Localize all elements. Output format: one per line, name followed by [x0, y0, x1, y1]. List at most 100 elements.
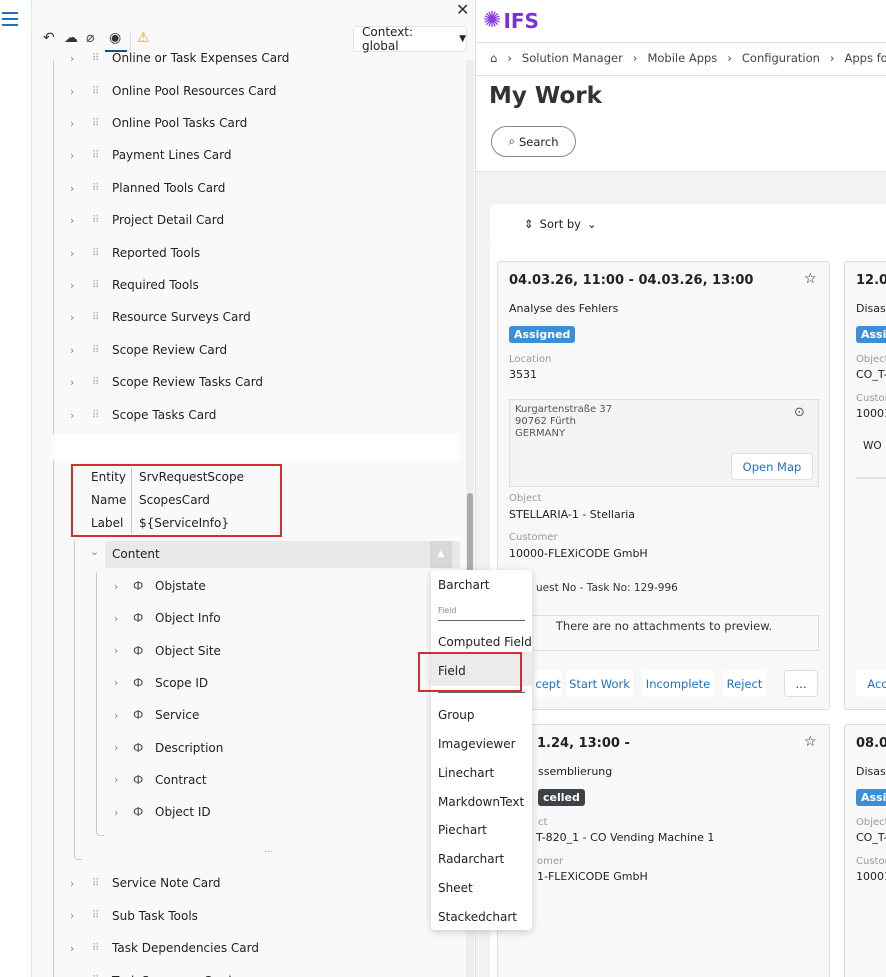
chevron-right-icon[interactable]: ›: [70, 942, 74, 955]
tree-item[interactable]: › ⠿ Online or Task Expenses Card: [32, 45, 462, 71]
breadcrumb: ⌂ › Solution Manager › Mobile Apps › Config…: [490, 51, 886, 65]
drag-handle-icon[interactable]: ⠿: [92, 312, 99, 323]
menu-item[interactable]: Group: [438, 708, 475, 722]
drag-handle-icon[interactable]: ⠿: [92, 215, 99, 226]
work-card[interactable]: 04.03.26, 11:00 - 04.03.26, 13:00 ☆ Anal…: [497, 261, 830, 710]
more-ellipsis[interactable]: ...: [264, 845, 273, 855]
incomplete-button[interactable]: Incomplete: [642, 670, 714, 697]
tree-item[interactable]: › ⠿ Online Pool Tasks Card: [32, 110, 462, 136]
chevron-right-icon[interactable]: ›: [70, 52, 74, 65]
chevron-right-icon[interactable]: ›: [70, 311, 74, 324]
work-card[interactable]: 1.24, 13:00 - ☆ ssemblierung celled ct T…: [497, 724, 830, 977]
drag-handle-icon[interactable]: ⠿: [92, 280, 99, 291]
drag-handle-icon[interactable]: ⠿: [92, 248, 99, 259]
tree-item[interactable]: › ⠿ Payment Lines Card: [32, 142, 462, 168]
tree-item[interactable]: › ⠿ Scope Review Tasks Card: [32, 369, 462, 395]
drag-handle-icon[interactable]: ⠿: [92, 910, 99, 921]
drag-handle-icon[interactable]: ⠿: [92, 410, 99, 421]
chevron-right-icon[interactable]: ›: [70, 909, 74, 922]
field-icon: Ф: [133, 708, 144, 723]
menu-item[interactable]: Stackedchart: [438, 910, 517, 924]
drag-handle-icon[interactable]: ⠿: [92, 878, 99, 889]
content-area: ⇕ Sort by ⌄ 04.03.26, 11:00 - 04.03.26, 13…: [476, 171, 886, 977]
field-icon: Ф: [133, 643, 144, 658]
breadcrumb-item[interactable]: Solution Manager: [522, 51, 623, 65]
chevron-right-icon[interactable]: ›: [70, 149, 74, 162]
chevron-right-icon[interactable]: ›: [114, 709, 118, 722]
chevron-down-icon[interactable]: ⌄: [90, 545, 99, 558]
drag-handle-icon[interactable]: ⠿: [92, 86, 99, 97]
chevron-right-icon[interactable]: ›: [70, 279, 74, 292]
menu-item[interactable]: Linechart: [438, 766, 494, 780]
chevron-right-icon[interactable]: ›: [70, 247, 74, 260]
tree-item[interactable]: › ⠿ Online Pool Resources Card: [32, 78, 462, 104]
menu-item[interactable]: Radarchart: [438, 852, 504, 866]
field-icon: Ф: [133, 740, 144, 755]
hamburger-icon[interactable]: [2, 12, 18, 26]
chevron-right-icon[interactable]: ›: [114, 741, 118, 754]
star-icon[interactable]: ☆: [804, 734, 817, 750]
drag-handle-icon[interactable]: ⠿: [92, 345, 99, 356]
menu-item[interactable]: Sheet: [438, 881, 473, 895]
add-child-button[interactable]: ▲: [430, 541, 452, 568]
drag-handle-icon[interactable]: ⠿: [92, 377, 99, 388]
search-icon: ⌕: [508, 134, 515, 148]
drag-handle-icon[interactable]: ⠿: [92, 53, 99, 64]
drag-handle-icon[interactable]: ⠿: [92, 183, 99, 194]
work-card[interactable]: 12.01 Disass Assig Object CO_T- Custom 1…: [844, 261, 886, 710]
tree-item[interactable]: › ⠿ Scope Tasks Card: [32, 402, 462, 428]
drag-handle-icon[interactable]: ⠿: [92, 118, 99, 129]
tree-item[interactable]: › ⠿ Planned Tools Card: [32, 175, 462, 201]
more-actions-button[interactable]: ...: [784, 670, 818, 697]
breadcrumb-item[interactable]: Apps for Pag: [845, 51, 886, 65]
menu-item[interactable]: Computed Field: [438, 635, 532, 649]
tree-item[interactable]: › ⠿ Task Summary Card: [32, 968, 462, 977]
breadcrumb-item[interactable]: Configuration: [742, 51, 820, 65]
chevron-right-icon[interactable]: ›: [114, 806, 118, 819]
work-card[interactable]: 08.01 Disass Assig Object CO_T- Custom 1…: [844, 724, 886, 977]
drag-handle-icon[interactable]: ⠿: [92, 150, 99, 161]
chevron-right-icon[interactable]: ›: [114, 612, 118, 625]
tree-item[interactable]: › ⠿ Sub Task Tools: [32, 903, 462, 929]
chevron-right-icon[interactable]: ›: [114, 676, 118, 689]
chevron-right-icon[interactable]: ›: [70, 85, 74, 98]
chevron-right-icon[interactable]: ›: [70, 214, 74, 227]
tree-item[interactable]: › ⠿ Scope Review Card: [32, 337, 462, 363]
tree-item[interactable]: › ⠿ Reported Tools: [32, 240, 462, 266]
tree-item[interactable]: › ⠿ Task Dependencies Card: [32, 935, 462, 961]
content-row[interactable]: Content ▲: [105, 541, 460, 568]
chevron-right-icon[interactable]: ›: [114, 773, 118, 786]
drag-handle-icon[interactable]: ⠿: [92, 943, 99, 954]
menu-item[interactable]: Piechart: [438, 823, 487, 837]
chevron-right-icon[interactable]: ›: [70, 117, 74, 130]
start-work-button[interactable]: Start Work: [566, 670, 633, 697]
chevron-right-icon[interactable]: ›: [114, 580, 118, 593]
field-icon: Ф: [133, 579, 144, 593]
status-badge: Assigned: [509, 326, 576, 343]
open-map-button[interactable]: Open Map: [731, 453, 813, 480]
reject-button[interactable]: Reject: [723, 670, 766, 697]
menu-item-barchart[interactable]: Barchart: [438, 578, 489, 592]
star-icon[interactable]: ☆: [804, 271, 817, 287]
home-icon[interactable]: ⌂: [490, 51, 497, 65]
search-button[interactable]: ⌕ Search: [491, 126, 576, 157]
sort-by-button[interactable]: ⇕ Sort by ⌄: [524, 217, 597, 231]
breadcrumb-item[interactable]: Mobile Apps: [647, 51, 717, 65]
location-pin-icon[interactable]: ⊙: [794, 405, 805, 420]
chevron-right-icon[interactable]: ›: [114, 644, 118, 657]
tree-item[interactable]: › ⠿ Project Detail Card: [32, 207, 462, 233]
accept-button[interactable]: cept: [534, 670, 562, 697]
chevron-right-icon[interactable]: ›: [70, 344, 74, 357]
tree-item[interactable]: › ⠿ Required Tools: [32, 272, 462, 298]
chevron-right-icon[interactable]: ›: [70, 376, 74, 389]
chevron-right-icon[interactable]: ›: [70, 182, 74, 195]
chevron-right-icon[interactable]: ›: [70, 877, 74, 890]
menu-item[interactable]: Imageviewer: [438, 737, 516, 751]
attachments-box: There are no attachments to preview.: [509, 615, 819, 651]
menu-item[interactable]: MarkdownText: [438, 795, 524, 809]
tree-item[interactable]: › ⠿ Service Note Card: [32, 870, 462, 896]
sort-bar: ⇕ Sort by ⌄: [490, 204, 886, 247]
chevron-right-icon[interactable]: ›: [70, 409, 74, 422]
accept-button[interactable]: Acce: [856, 670, 886, 697]
tree-item[interactable]: › ⠿ Resource Surveys Card: [32, 304, 462, 330]
